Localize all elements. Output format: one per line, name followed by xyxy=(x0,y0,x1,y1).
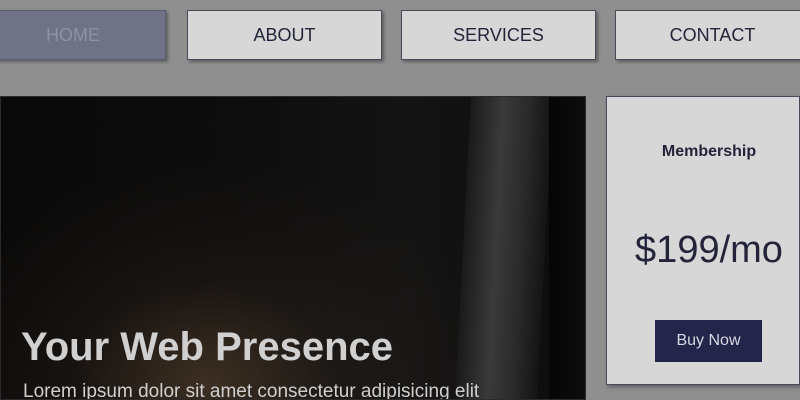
buy-now-label: Buy Now xyxy=(676,332,741,349)
pricing-price: $199/mo xyxy=(635,229,783,271)
hero-title: Your Web Presence xyxy=(21,325,393,369)
hero-banner: Your Web Presence Lorem ipsum dolor sit … xyxy=(0,96,586,400)
hero-background-monitor xyxy=(455,97,553,399)
pricing-card: Membership $199/mo Buy Now xyxy=(606,96,800,385)
hero-background-bezel xyxy=(549,97,585,399)
nav-services-label: SERVICES xyxy=(453,24,544,45)
pricing-title: Membership xyxy=(661,143,757,160)
nav-contact-button[interactable]: CONTACT xyxy=(615,10,800,60)
nav-contact-label: CONTACT xyxy=(669,24,756,45)
buy-now-button[interactable]: Buy Now xyxy=(655,320,762,362)
nav-about-label: ABOUT xyxy=(253,24,316,45)
nav-home-label: HOME xyxy=(46,24,100,45)
nav-home-button[interactable]: HOME xyxy=(0,10,166,60)
nav-about-button[interactable]: ABOUT xyxy=(187,10,382,60)
hero-text: Lorem ipsum dolor sit amet consectetur a… xyxy=(23,381,480,400)
nav-services-button[interactable]: SERVICES xyxy=(401,10,596,60)
